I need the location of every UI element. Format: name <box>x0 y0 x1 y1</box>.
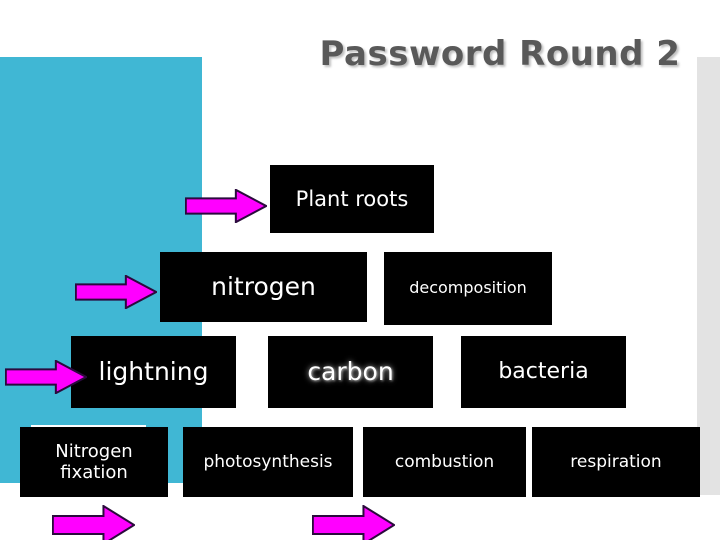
arrow-to-plant-roots-icon <box>185 189 267 223</box>
word-box-label: lightning <box>98 357 209 387</box>
word-box-label: bacteria <box>498 359 589 385</box>
word-box-label: Nitrogen fixation <box>55 440 133 483</box>
arrow-to-nitrogen-icon <box>75 275 157 309</box>
word-box-label: decomposition <box>409 278 527 298</box>
word-box-photosynthesis[interactable]: photosynthesis <box>183 427 353 497</box>
slide-canvas: Password Round 2 Plant roots nitrogen deco… <box>0 0 720 540</box>
word-box-bacteria[interactable]: bacteria <box>461 336 626 408</box>
word-box-lightning[interactable]: lightning <box>71 336 236 408</box>
arrow-below-combustion-icon <box>312 505 395 540</box>
page-title: Password Round 2 <box>319 34 681 74</box>
word-box-label: photosynthesis <box>203 451 333 472</box>
word-box-carbon[interactable]: carbon <box>268 336 433 408</box>
word-box-label: carbon <box>307 357 394 387</box>
word-box-plant-roots[interactable]: Plant roots <box>270 165 434 233</box>
word-box-nitrogen[interactable]: nitrogen <box>160 252 367 322</box>
word-box-respiration[interactable]: respiration <box>532 427 700 497</box>
arrow-to-lightning-icon <box>5 360 87 394</box>
word-box-label: combustion <box>394 451 495 472</box>
word-box-nitrogen-fixation[interactable]: Nitrogen fixation <box>20 427 168 497</box>
word-box-label: Plant roots <box>295 186 409 211</box>
gray-side-band <box>697 57 720 495</box>
arrow-below-nitrogen-fixation-icon <box>52 505 135 540</box>
word-box-combustion[interactable]: combustion <box>363 427 526 497</box>
word-box-label: nitrogen <box>211 272 316 302</box>
word-box-label: respiration <box>570 451 662 472</box>
word-box-decomposition[interactable]: decomposition <box>384 252 552 325</box>
